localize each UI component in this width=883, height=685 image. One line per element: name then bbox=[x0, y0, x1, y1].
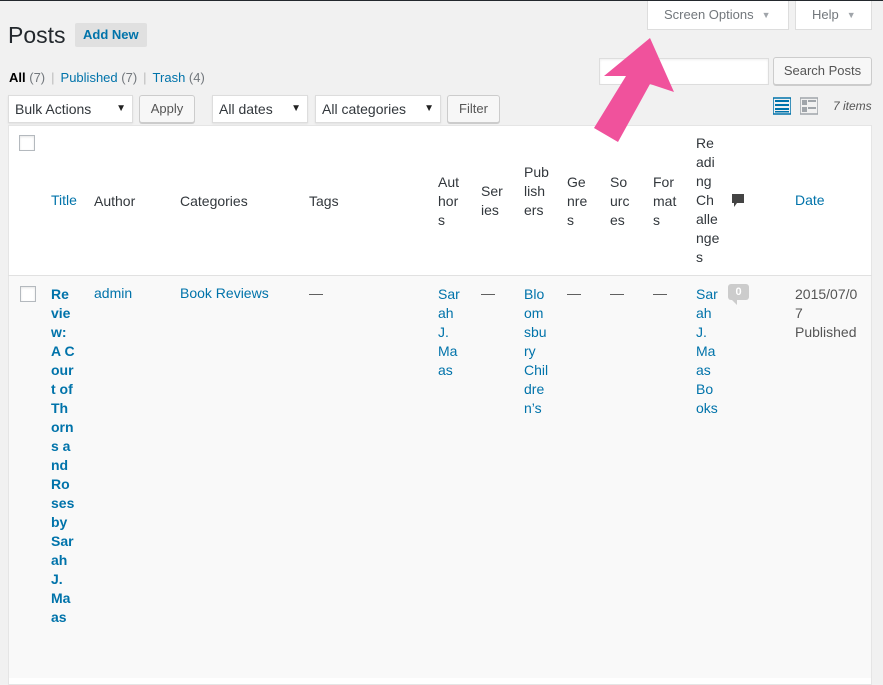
bulk-actions-select[interactable]: Bulk Actions ▼ bbox=[8, 95, 133, 123]
column-date-header[interactable]: Date bbox=[795, 191, 825, 210]
add-new-button[interactable]: Add New bbox=[75, 23, 147, 47]
column-formats-header: Formats bbox=[653, 174, 677, 228]
filter-button[interactable]: Filter bbox=[447, 95, 500, 123]
post-publishers-link[interactable]: Bloomsbury Children’s bbox=[524, 285, 549, 418]
help-label: Help bbox=[812, 7, 839, 22]
filter-published-link[interactable]: Published (7) bbox=[61, 70, 138, 85]
select-all-checkbox[interactable] bbox=[19, 135, 35, 151]
column-title-header[interactable]: Title bbox=[51, 191, 77, 210]
apply-button[interactable]: Apply bbox=[139, 95, 195, 123]
post-date: 2015/07/07 bbox=[795, 286, 858, 321]
post-sources: — bbox=[610, 285, 624, 301]
row-checkbox[interactable] bbox=[20, 286, 36, 302]
dropdown-arrow-icon: ▼ bbox=[291, 103, 301, 114]
dropdown-arrow-icon: ▼ bbox=[116, 103, 126, 114]
column-categories-header: Categories bbox=[180, 193, 248, 209]
dropdown-arrow-icon: ▼ bbox=[424, 103, 434, 114]
column-series-header: Series bbox=[481, 183, 503, 218]
screen-options-button[interactable]: Screen Options ▼ bbox=[647, 1, 789, 30]
screen-options-label: Screen Options bbox=[664, 7, 754, 22]
dates-select[interactable]: All dates ▼ bbox=[212, 95, 308, 123]
post-author-link[interactable]: admin bbox=[94, 284, 132, 303]
caret-down-icon: ▼ bbox=[761, 10, 771, 20]
status-filter-links: All (7) | Published (7) | Trash (4) bbox=[9, 70, 205, 85]
list-view-icon[interactable] bbox=[773, 97, 791, 115]
column-reading-challenges-header: Reading Challenges bbox=[696, 135, 720, 265]
categories-select[interactable]: All categories ▼ bbox=[315, 95, 441, 123]
column-sources-header: Sources bbox=[610, 174, 630, 228]
post-genres: — bbox=[567, 285, 581, 301]
excerpt-view-icon[interactable] bbox=[800, 97, 818, 115]
post-authors-link[interactable]: Sarah J. Maas bbox=[438, 285, 462, 380]
comment-bubble-icon[interactable] bbox=[731, 193, 745, 208]
help-button[interactable]: Help ▼ bbox=[795, 1, 872, 30]
caret-down-icon: ▼ bbox=[846, 10, 856, 20]
items-count: 7 items bbox=[833, 99, 872, 113]
post-category-link[interactable]: Book Reviews bbox=[180, 284, 269, 303]
post-title-link[interactable]: Review: A Court of Thorns and Roses by S… bbox=[51, 285, 75, 627]
header-divider bbox=[8, 275, 872, 276]
post-formats: — bbox=[653, 285, 667, 301]
post-series: — bbox=[481, 285, 495, 301]
post-tags: — bbox=[309, 285, 323, 301]
post-status: Published bbox=[795, 324, 857, 340]
column-tags-header: Tags bbox=[309, 193, 339, 209]
column-authors-header: Authors bbox=[438, 174, 460, 228]
column-publishers-header: Publishers bbox=[524, 164, 549, 218]
filter-trash-link[interactable]: Trash (4) bbox=[153, 70, 205, 85]
search-posts-button[interactable]: Search Posts bbox=[773, 57, 872, 85]
column-author-header: Author bbox=[94, 193, 136, 209]
page-title: Posts bbox=[8, 22, 66, 48]
filter-all-link[interactable]: All (7) bbox=[9, 70, 45, 85]
post-reading-challenges-link[interactable]: Sarah J. Maas Books bbox=[696, 285, 720, 418]
comment-count-badge[interactable]: 0 bbox=[728, 284, 749, 305]
search-input[interactable] bbox=[599, 58, 769, 85]
column-genres-header: Genres bbox=[567, 174, 588, 228]
